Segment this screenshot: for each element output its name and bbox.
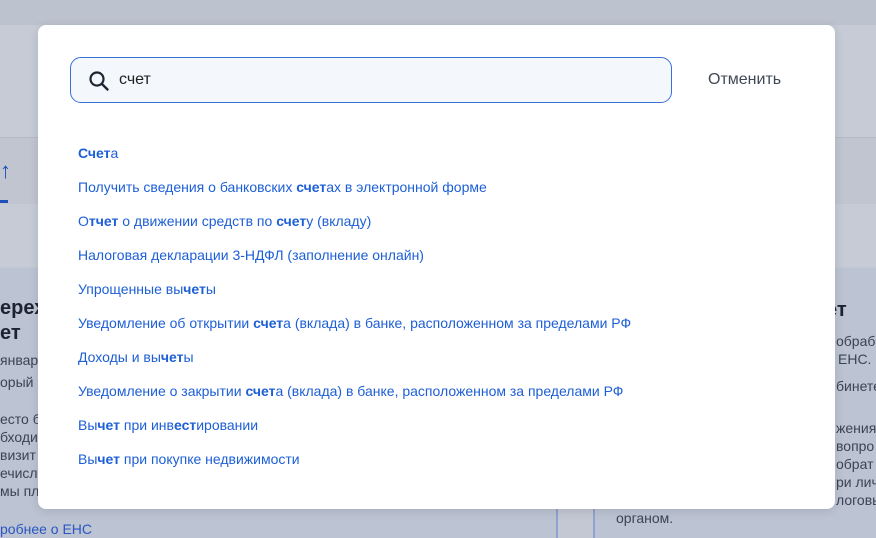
result-text: а [110,145,119,161]
search-input[interactable] [119,68,659,92]
result-text: Вы [78,417,98,433]
result-text: О [78,213,89,229]
background-header [0,0,876,25]
result-text: Получить сведения о банковских [78,179,297,195]
result-text: ы [183,349,194,365]
result-match-highlight: счет [276,213,307,229]
result-text: Уведомление об открытии [78,315,254,331]
nav-active-indicator [0,200,8,203]
search-result-item[interactable]: Вычет при инвестировании [78,415,631,449]
background-card-right-text: логовы [836,492,876,508]
search-result-item[interactable]: Уведомление о закрытии счета (вклада) в … [78,381,631,415]
search-box[interactable] [70,57,672,103]
background-card-left-title-2: ет [0,322,21,344]
result-text: при покупке недвижимости [120,451,300,467]
search-results-list: Счета Получить сведения о банковских сче… [78,143,631,483]
nav-icon: ↑ [0,158,11,183]
result-match-highlight: счет [245,383,276,399]
search-result-item[interactable]: Налоговая декларации 3-НДФЛ (заполнение … [78,245,631,279]
search-result-item[interactable]: Вычет при покупке недвижимости [78,449,631,483]
result-text: Уведомление о закрытии [78,383,246,399]
result-text: Упрощенные вы [78,281,184,297]
result-text: а (вклада) в банке, расположенном за пре… [283,315,632,331]
search-result-item[interactable]: Уведомление об открытии счета (вклада) в… [78,313,631,347]
result-text: Налоговая декларации 3-НДФЛ (заполнение … [78,247,424,263]
result-text: при инв [120,417,174,433]
result-match-highlight: счет [253,315,284,331]
background-card-left-text: мы пл [0,483,40,499]
search-modal: Отменить Счета Получить сведения о банко… [38,25,835,509]
result-text: о движении средств по [118,213,277,229]
result-match-highlight: счет [296,179,327,195]
cancel-button[interactable]: Отменить [708,71,781,89]
result-text: ах в электронной форме [326,179,487,195]
result-match-highlight: чет [97,451,120,467]
result-text: а (вклада) в банке, расположенном за пре… [275,383,624,399]
search-result-item[interactable]: Счета [78,143,631,177]
background-card-right-text: ЕНС. [838,351,872,367]
result-text: Доходы и вы [78,349,161,365]
background-card-left-text: январ [0,352,39,368]
result-text: ировании [196,417,259,433]
result-text: ы [205,281,216,297]
search-icon [88,70,110,92]
result-text: Вы [78,451,98,467]
result-text: у (вкладу) [306,213,372,229]
result-match-highlight: Счет [78,145,111,161]
search-result-item[interactable]: Доходы и вычеты [78,347,631,381]
search-result-item[interactable]: Отчет о движении средств по счету (вклад… [78,211,631,245]
search-result-item[interactable]: Получить сведения о банковских счетах в … [78,177,631,211]
result-match-highlight: тчет [88,213,119,229]
result-match-highlight: чет [97,417,120,433]
background-card-right-text: органом. [616,510,674,526]
search-result-item[interactable]: Упрощенные вычеты [78,279,631,313]
background-more-link[interactable]: робнее о ЕНС [0,521,92,537]
result-match-highlight: чет [160,349,184,365]
result-match-highlight: ест [173,417,197,433]
result-match-highlight: чет [183,281,206,297]
background-card-right-text: бинете [836,378,876,394]
